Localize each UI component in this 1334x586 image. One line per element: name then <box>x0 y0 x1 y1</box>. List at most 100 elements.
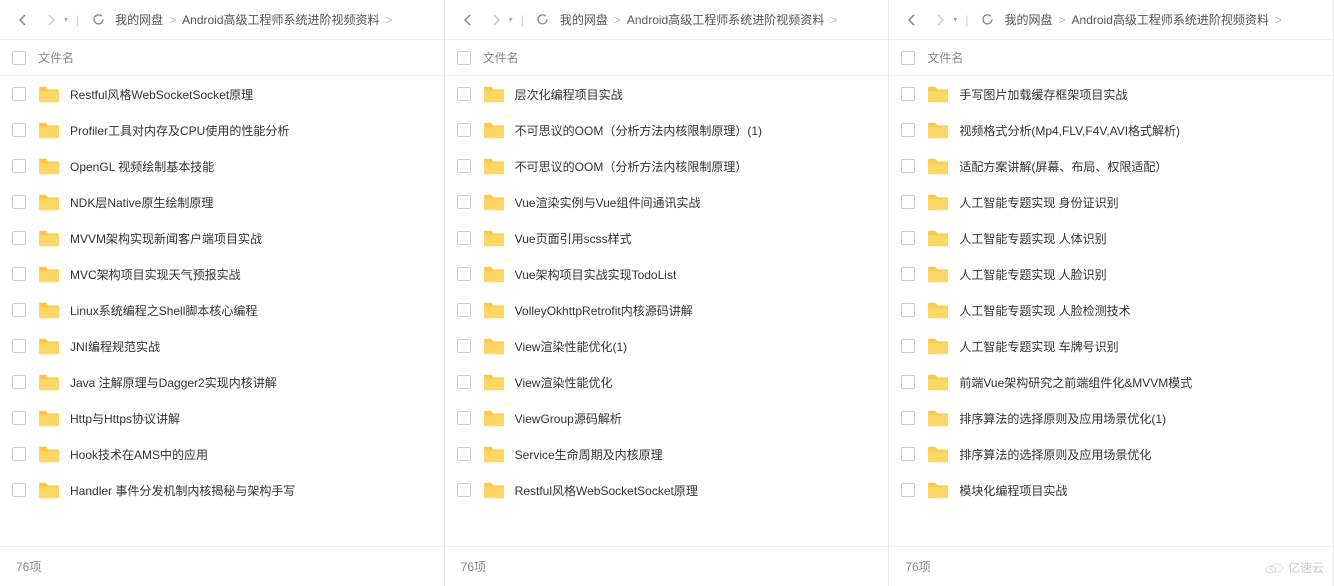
file-row[interactable]: 人工智能专题实现 人脸识别 <box>889 256 1333 292</box>
file-name[interactable]: Vue页面引用scss样式 <box>515 230 632 247</box>
row-checkbox[interactable] <box>12 411 26 425</box>
file-row[interactable]: MVC架构项目实现天气预报实战 <box>0 256 444 292</box>
file-row[interactable]: Hook技术在AMS中的应用 <box>0 436 444 472</box>
file-name[interactable]: MVC架构项目实现天气预报实战 <box>70 266 241 283</box>
file-name[interactable]: Restful风格WebSocketSocket原理 <box>70 86 253 103</box>
file-name[interactable]: Service生命周期及内核原理 <box>515 446 663 463</box>
file-name[interactable]: View渲染性能优化(1) <box>515 338 627 355</box>
file-row[interactable]: Profiler工具对内存及CPU使用的性能分析 <box>0 112 444 148</box>
row-checkbox[interactable] <box>12 339 26 353</box>
column-name-header[interactable]: 文件名 <box>483 49 519 66</box>
file-name[interactable]: Vue架构项目实战实现TodoList <box>515 266 677 283</box>
file-name[interactable]: 层次化编程项目实战 <box>515 86 623 103</box>
row-checkbox[interactable] <box>457 231 471 245</box>
file-name[interactable]: JNI编程规范实战 <box>70 338 160 355</box>
file-name[interactable]: 视频格式分析(Mp4,FLV,F4V,AVI格式解析) <box>959 122 1180 139</box>
file-row[interactable]: MVVM架构实现新闻客户端项目实战 <box>0 220 444 256</box>
file-name[interactable]: Restful风格WebSocketSocket原理 <box>515 482 698 499</box>
file-name[interactable]: MVVM架构实现新闻客户端项目实战 <box>70 230 262 247</box>
forward-button[interactable] <box>40 9 62 31</box>
back-button[interactable] <box>12 9 34 31</box>
file-row[interactable]: 不可思议的OOM（分析方法内核限制原理）(1) <box>445 112 889 148</box>
file-row[interactable]: Restful风格WebSocketSocket原理 <box>0 76 444 112</box>
file-row[interactable]: 视频格式分析(Mp4,FLV,F4V,AVI格式解析) <box>889 112 1333 148</box>
file-name[interactable]: Linux系统编程之Shell脚本核心编程 <box>70 302 257 319</box>
row-checkbox[interactable] <box>901 447 915 461</box>
breadcrumb-root[interactable]: 我的网盘 <box>560 11 608 28</box>
file-row[interactable]: 人工智能专题实现 车牌号识别 <box>889 328 1333 364</box>
file-row[interactable]: 适配方案讲解(屏幕、布局、权限适配） <box>889 148 1333 184</box>
history-dropdown-icon[interactable]: ▾ <box>509 15 513 24</box>
file-row[interactable]: 不可思议的OOM（分析方法内核限制原理） <box>445 148 889 184</box>
file-row[interactable]: Vue架构项目实战实现TodoList <box>445 256 889 292</box>
row-checkbox[interactable] <box>12 375 26 389</box>
file-row[interactable]: Vue渲染实例与Vue组件间通讯实战 <box>445 184 889 220</box>
row-checkbox[interactable] <box>901 87 915 101</box>
file-name[interactable]: Java 注解原理与Dagger2实现内核讲解 <box>70 374 277 391</box>
file-name[interactable]: 人工智能专题实现 身份证识别 <box>959 194 1118 211</box>
file-name[interactable]: 人工智能专题实现 人脸识别 <box>959 266 1106 283</box>
file-name[interactable]: 人工智能专题实现 车牌号识别 <box>959 338 1118 355</box>
file-row[interactable]: Java 注解原理与Dagger2实现内核讲解 <box>0 364 444 400</box>
row-checkbox[interactable] <box>901 411 915 425</box>
breadcrumb-folder[interactable]: Android高级工程师系统进阶视频资料 <box>182 11 379 28</box>
file-row[interactable]: Handler 事件分发机制内核揭秘与架构手写 <box>0 472 444 508</box>
file-row[interactable]: 排序算法的选择原则及应用场景优化(1) <box>889 400 1333 436</box>
file-row[interactable]: 模块化编程项目实战 <box>889 472 1333 508</box>
row-checkbox[interactable] <box>457 267 471 281</box>
file-row[interactable]: 人工智能专题实现 人脸检测技术 <box>889 292 1333 328</box>
row-checkbox[interactable] <box>12 267 26 281</box>
row-checkbox[interactable] <box>12 231 26 245</box>
row-checkbox[interactable] <box>12 87 26 101</box>
file-name[interactable]: Profiler工具对内存及CPU使用的性能分析 <box>70 122 289 139</box>
row-checkbox[interactable] <box>901 123 915 137</box>
row-checkbox[interactable] <box>12 195 26 209</box>
refresh-button[interactable] <box>976 9 998 31</box>
row-checkbox[interactable] <box>12 483 26 497</box>
row-checkbox[interactable] <box>901 267 915 281</box>
row-checkbox[interactable] <box>457 159 471 173</box>
row-checkbox[interactable] <box>457 483 471 497</box>
column-name-header[interactable]: 文件名 <box>927 49 963 66</box>
back-button[interactable] <box>457 9 479 31</box>
row-checkbox[interactable] <box>457 303 471 317</box>
row-checkbox[interactable] <box>12 303 26 317</box>
row-checkbox[interactable] <box>457 375 471 389</box>
file-name[interactable]: VolleyOkhttpRetrofit内核源码讲解 <box>515 302 693 319</box>
file-name[interactable]: 前端Vue架构研究之前端组件化&MVVM模式 <box>959 374 1192 391</box>
file-name[interactable]: View渲染性能优化 <box>515 374 613 391</box>
history-dropdown-icon[interactable]: ▾ <box>64 15 68 24</box>
file-name[interactable]: 适配方案讲解(屏幕、布局、权限适配） <box>959 158 1167 175</box>
row-checkbox[interactable] <box>901 195 915 209</box>
row-checkbox[interactable] <box>457 195 471 209</box>
breadcrumb-folder[interactable]: Android高级工程师系统进阶视频资料 <box>627 11 824 28</box>
file-row[interactable]: NDK层Native原生绘制原理 <box>0 184 444 220</box>
column-name-header[interactable]: 文件名 <box>38 49 74 66</box>
row-checkbox[interactable] <box>901 339 915 353</box>
file-name[interactable]: 排序算法的选择原则及应用场景优化 <box>959 446 1151 463</box>
file-row[interactable]: View渲染性能优化(1) <box>445 328 889 364</box>
row-checkbox[interactable] <box>901 159 915 173</box>
refresh-button[interactable] <box>87 9 109 31</box>
file-row[interactable]: VolleyOkhttpRetrofit内核源码讲解 <box>445 292 889 328</box>
row-checkbox[interactable] <box>901 375 915 389</box>
row-checkbox[interactable] <box>12 447 26 461</box>
file-row[interactable]: Http与Https协议讲解 <box>0 400 444 436</box>
file-row[interactable]: 人工智能专题实现 人体识别 <box>889 220 1333 256</box>
file-name[interactable]: Http与Https协议讲解 <box>70 410 180 427</box>
file-row[interactable]: 前端Vue架构研究之前端组件化&MVVM模式 <box>889 364 1333 400</box>
file-row[interactable]: JNI编程规范实战 <box>0 328 444 364</box>
select-all-checkbox[interactable] <box>457 51 471 65</box>
row-checkbox[interactable] <box>457 123 471 137</box>
row-checkbox[interactable] <box>457 447 471 461</box>
row-checkbox[interactable] <box>457 339 471 353</box>
file-row[interactable]: 手写图片加载缓存框架项目实战 <box>889 76 1333 112</box>
file-name[interactable]: 不可思议的OOM（分析方法内核限制原理）(1) <box>515 122 762 139</box>
file-row[interactable]: 人工智能专题实现 身份证识别 <box>889 184 1333 220</box>
file-row[interactable]: Linux系统编程之Shell脚本核心编程 <box>0 292 444 328</box>
file-name[interactable]: Hook技术在AMS中的应用 <box>70 446 208 463</box>
select-all-checkbox[interactable] <box>901 51 915 65</box>
file-name[interactable]: 模块化编程项目实战 <box>959 482 1067 499</box>
file-row[interactable]: 层次化编程项目实战 <box>445 76 889 112</box>
file-name[interactable]: 排序算法的选择原则及应用场景优化(1) <box>959 410 1166 427</box>
